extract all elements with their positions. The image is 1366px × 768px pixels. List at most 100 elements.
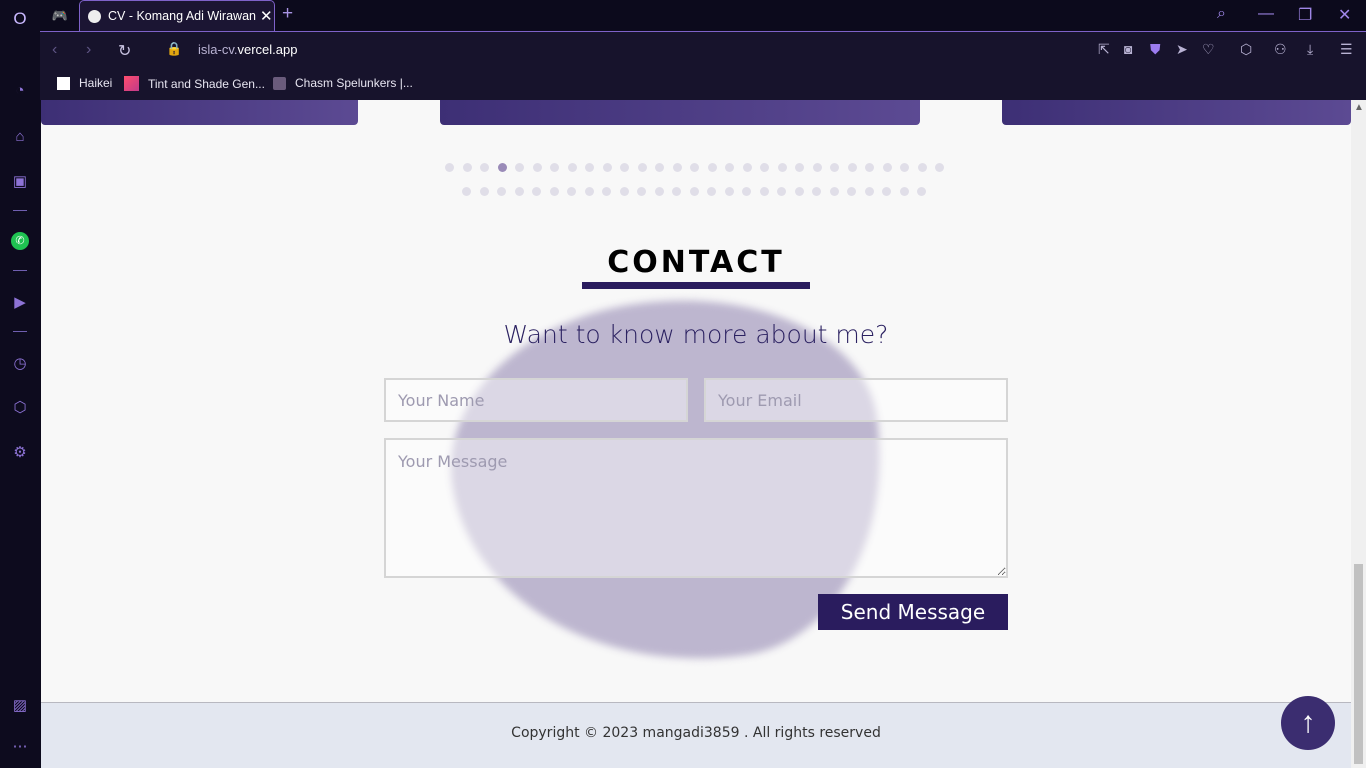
carousel-dot[interactable]	[759, 187, 769, 196]
carousel-dot[interactable]	[742, 187, 751, 196]
opera-logo-icon[interactable]: O	[10, 9, 30, 29]
new-tab-button[interactable]: +	[282, 3, 293, 25]
carousel-dot[interactable]	[829, 187, 839, 196]
profile-icon[interactable]: ⚇	[1274, 41, 1287, 58]
project-card[interactable]	[440, 100, 920, 125]
extensions-icon[interactable]: ⬡	[1240, 41, 1252, 58]
download-icon[interactable]: ⤓	[1307, 41, 1313, 58]
carousel-dot[interactable]	[497, 163, 507, 172]
carousel-dot[interactable]	[637, 187, 646, 196]
carousel-dot[interactable]	[567, 163, 577, 172]
history-icon[interactable]: ◷	[10, 353, 30, 373]
carousel-dot[interactable]	[812, 187, 821, 196]
carousel-dot[interactable]	[725, 163, 734, 172]
carousel-dot[interactable]	[672, 163, 682, 172]
carousel-dot[interactable]	[864, 187, 874, 196]
carousel-dot[interactable]	[479, 187, 489, 196]
carousel-dot[interactable]	[585, 163, 594, 172]
carousel-dot[interactable]	[777, 163, 787, 172]
carousel-dot[interactable]	[462, 187, 471, 196]
carousel-dot[interactable]	[514, 187, 524, 196]
player-icon[interactable]: ▶	[10, 292, 30, 312]
bookmark-item[interactable]: Haikei	[57, 76, 112, 90]
more-icon[interactable]: ⋯	[10, 736, 30, 756]
carousel-dot[interactable]	[567, 187, 576, 196]
carousel-dot[interactable]	[794, 187, 804, 196]
minimize-icon[interactable]: —	[1258, 5, 1274, 23]
carousel-dot[interactable]	[602, 187, 611, 196]
carousel-dot[interactable]	[882, 163, 892, 172]
carousel-dot[interactable]	[620, 163, 629, 172]
carousel-dot[interactable]	[655, 163, 664, 172]
project-card[interactable]	[41, 100, 358, 125]
vpn-shield-icon[interactable]: ⛊	[1150, 41, 1161, 58]
tab-active[interactable]: CV - Komang Adi Wirawan ✕	[79, 0, 275, 31]
carousel-dot[interactable]	[847, 163, 857, 172]
carousel-dot[interactable]	[899, 187, 909, 196]
carousel-dot[interactable]	[550, 163, 559, 172]
scroll-up-arrow-icon[interactable]: ▲	[1354, 102, 1364, 113]
carousel-dot[interactable]	[602, 163, 612, 172]
close-window-icon[interactable]: ✕	[1338, 5, 1351, 25]
carousel-dot[interactable]	[654, 187, 664, 196]
tab-close-icon[interactable]: ✕	[260, 7, 273, 25]
restore-icon[interactable]: ❐	[1298, 5, 1312, 25]
carousel-dot[interactable]	[497, 187, 506, 196]
scroll-to-top-button[interactable]: ↑	[1281, 696, 1335, 750]
scrollbar-thumb[interactable]	[1354, 564, 1363, 764]
send-message-button[interactable]: Send Message	[818, 594, 1008, 630]
carousel-dot[interactable]	[795, 163, 804, 172]
gx-controller-icon[interactable]: 🎮	[42, 0, 78, 31]
carousel-dot[interactable]	[532, 187, 541, 196]
carousel-dot[interactable]	[515, 163, 524, 172]
carousel-dot[interactable]	[830, 163, 839, 172]
carousel-dot[interactable]	[935, 163, 944, 172]
forward-icon[interactable]: ›	[86, 41, 91, 59]
carousel-dot[interactable]	[707, 163, 717, 172]
aria-ai-icon[interactable]: ⌂	[10, 126, 30, 146]
carousel-dot[interactable]	[742, 163, 752, 172]
carousel-dot[interactable]	[549, 187, 559, 196]
project-card[interactable]	[1002, 100, 1351, 125]
bookmark-item[interactable]: Chasm Spelunkers |...	[273, 76, 413, 90]
carousel-dot[interactable]	[917, 187, 926, 196]
bookmark-item[interactable]: Tint and Shade Gen...	[124, 76, 265, 91]
carousel-dot[interactable]	[812, 163, 822, 172]
page-scrollbar[interactable]: ▲	[1351, 100, 1366, 768]
carousel-dot[interactable]	[707, 187, 716, 196]
message-field[interactable]	[384, 438, 1008, 578]
url-field[interactable]: isla-cv.vercel.app	[198, 42, 297, 57]
email-field[interactable]	[704, 378, 1008, 422]
speed-dial-icon[interactable]: ◔	[10, 80, 30, 100]
back-icon[interactable]: ‹	[52, 41, 57, 59]
carousel-dot[interactable]	[445, 163, 454, 172]
carousel-dot[interactable]	[584, 187, 594, 196]
carousel-dot[interactable]	[917, 163, 927, 172]
settings-gear-icon[interactable]: ⚙	[10, 442, 30, 462]
gallery-icon[interactable]: ▨	[10, 695, 30, 715]
extensions-cube-icon[interactable]: ⬡	[10, 397, 30, 417]
carousel-dot[interactable]	[847, 187, 856, 196]
name-field[interactable]	[384, 378, 688, 422]
search-tabs-icon[interactable]: ⌕	[1217, 5, 1226, 23]
carousel-dot[interactable]	[724, 187, 734, 196]
carousel-dot[interactable]	[672, 187, 681, 196]
chip-icon[interactable]: ▣	[10, 171, 30, 191]
whatsapp-icon[interactable]: ✆	[10, 231, 30, 251]
carousel-dot[interactable]	[690, 163, 699, 172]
camera-icon[interactable]: ◙	[1124, 41, 1132, 57]
carousel-dot[interactable]	[865, 163, 874, 172]
reload-icon[interactable]: ↻	[118, 41, 131, 61]
carousel-dot[interactable]	[532, 163, 542, 172]
share-icon[interactable]: ⇱	[1098, 41, 1110, 58]
carousel-dot[interactable]	[900, 163, 909, 172]
heart-icon[interactable]: ♡	[1202, 41, 1215, 58]
carousel-dot[interactable]	[882, 187, 891, 196]
carousel-dot[interactable]	[760, 163, 769, 172]
send-icon[interactable]: ➤	[1176, 41, 1188, 58]
carousel-dot[interactable]	[637, 163, 647, 172]
carousel-dot[interactable]	[480, 163, 489, 172]
easy-setup-icon[interactable]: ☰	[1340, 41, 1353, 58]
carousel-dot[interactable]	[462, 163, 472, 172]
carousel-dot[interactable]	[619, 187, 629, 196]
